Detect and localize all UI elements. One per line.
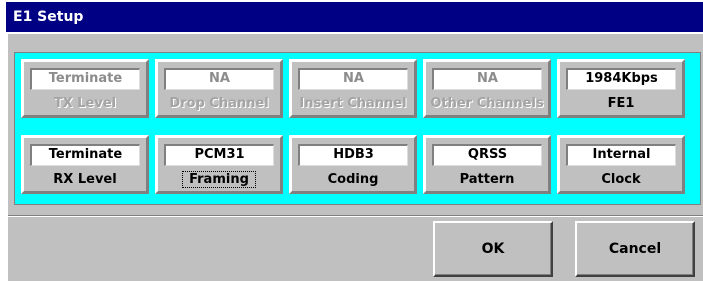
pattern-value: QRSS — [432, 144, 542, 166]
tx-level-label: TX Level — [53, 96, 117, 111]
rx-level-label: RX Level — [53, 172, 117, 187]
fe1-label: FE1 — [607, 96, 635, 111]
framing-value: PCM31 — [164, 144, 274, 166]
e1-setup-dialog: E1 Setup Terminate TX Level NA Drop Chan… — [6, 2, 703, 281]
ok-button[interactable]: OK — [433, 221, 553, 277]
insert-channel-tile: NA Insert Channel — [289, 59, 417, 118]
coding-tile[interactable]: HDB3 Coding — [289, 135, 417, 194]
coding-value: HDB3 — [298, 144, 408, 166]
other-channels-value: NA — [432, 68, 542, 90]
tx-level-value: Terminate — [30, 68, 140, 90]
framing-label: Framing — [158, 171, 280, 189]
settings-panel: Terminate TX Level NA Drop Channel NA In… — [14, 52, 701, 205]
separator-line — [8, 215, 703, 217]
tx-level-tile: Terminate TX Level — [21, 59, 149, 118]
other-channels-tile: NA Other Channels — [423, 59, 551, 118]
fe1-tile[interactable]: 1984Kbps FE1 — [557, 59, 685, 118]
clock-value: Internal — [566, 144, 676, 166]
clock-tile[interactable]: Internal Clock — [557, 135, 685, 194]
window-title: E1 Setup — [6, 2, 703, 32]
drop-channel-label: Drop Channel — [169, 96, 269, 111]
drop-channel-value: NA — [164, 68, 274, 90]
pattern-label: Pattern — [459, 172, 515, 187]
clock-label: Clock — [601, 172, 641, 187]
drop-channel-tile: NA Drop Channel — [155, 59, 283, 118]
rx-level-tile[interactable]: Terminate RX Level — [21, 135, 149, 194]
fe1-value: 1984Kbps — [566, 68, 676, 90]
other-channels-label: Other Channels — [430, 96, 544, 111]
insert-channel-label: Insert Channel — [299, 96, 407, 111]
coding-label: Coding — [327, 172, 379, 187]
pattern-tile[interactable]: QRSS Pattern — [423, 135, 551, 194]
cancel-button[interactable]: Cancel — [575, 221, 695, 277]
insert-channel-value: NA — [298, 68, 408, 90]
framing-tile[interactable]: PCM31 Framing — [155, 135, 283, 194]
dialog-body: Terminate TX Level NA Drop Channel NA In… — [6, 32, 703, 281]
rx-level-value: Terminate — [30, 144, 140, 166]
